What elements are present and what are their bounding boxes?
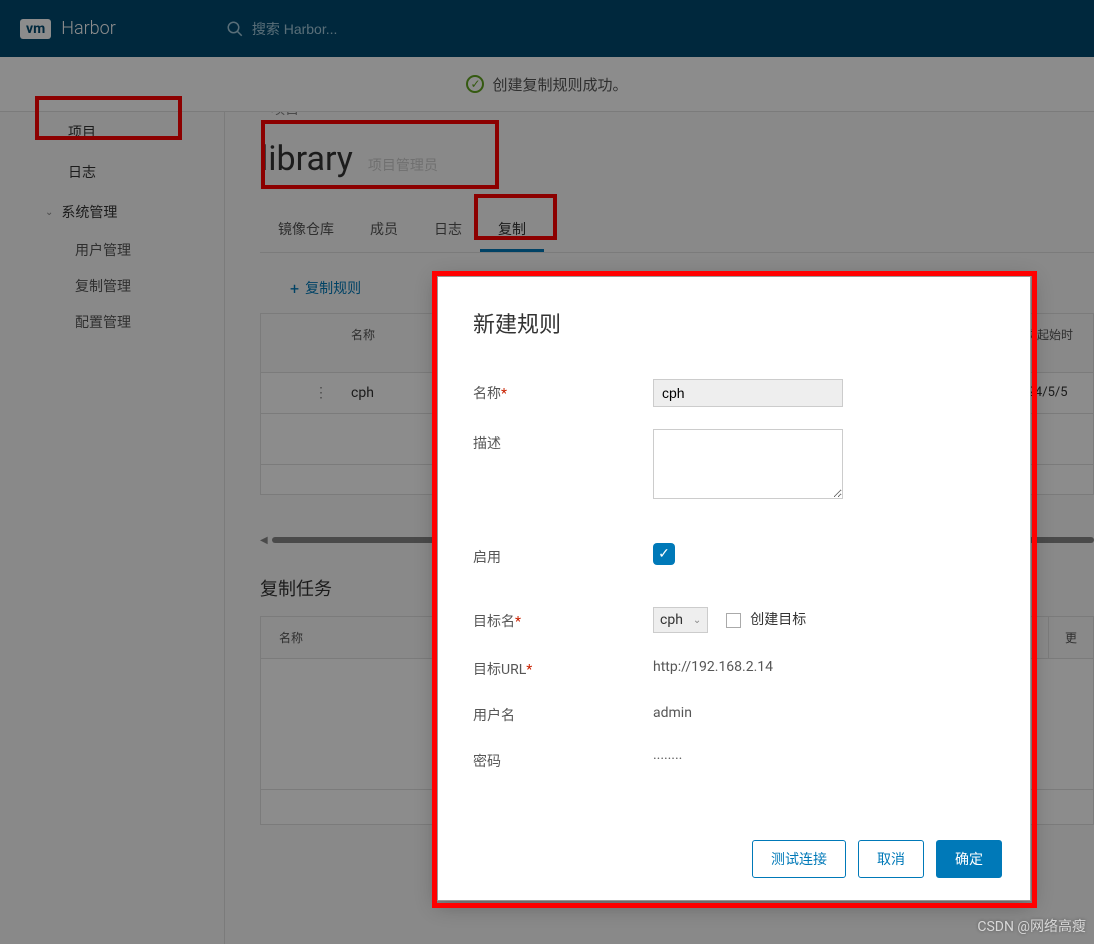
name-input[interactable] (653, 379, 843, 407)
form-row-name: 名称* (473, 379, 1000, 407)
target-select[interactable]: cph ⌄ (653, 607, 708, 633)
label-enable: 启用 (473, 543, 653, 567)
create-target-label: 创建目标 (750, 612, 806, 628)
form-row-url: 目标URL* http://192.168.2.14 (473, 655, 1000, 679)
form-row-desc: 描述 (473, 429, 1000, 503)
enable-checkbox[interactable]: ✓ (653, 543, 675, 565)
desc-textarea[interactable] (653, 429, 843, 499)
form-row-user: 用户名 admin (473, 701, 1000, 725)
modal-body: 新建规则 名称* 描述 启用 ✓ 目标名* cph ⌄ 创建目标 (438, 277, 1030, 822)
test-connection-button[interactable]: 测试连接 (752, 840, 846, 878)
cancel-button[interactable]: 取消 (858, 840, 924, 878)
target-selected-value: cph (660, 612, 683, 628)
watermark: CSDN @网络高瘦 (977, 916, 1086, 936)
form-row-target: 目标名* cph ⌄ 创建目标 (473, 607, 1000, 633)
form-row-enable: 启用 ✓ (473, 543, 1000, 567)
label-desc: 描述 (473, 429, 653, 453)
form-row-pwd: 密码 ········ (473, 747, 1000, 771)
modal-title: 新建规则 (473, 307, 1000, 339)
url-value: http://192.168.2.14 (653, 655, 773, 675)
label-url: 目标URL* (473, 655, 653, 679)
create-target-checkbox[interactable] (726, 613, 741, 628)
label-user: 用户名 (473, 701, 653, 725)
label-pwd: 密码 (473, 747, 653, 771)
new-rule-modal: 新建规则 名称* 描述 启用 ✓ 目标名* cph ⌄ 创建目标 (437, 276, 1031, 901)
user-value: admin (653, 701, 692, 721)
ok-button[interactable]: 确定 (936, 840, 1002, 878)
chevron-down-icon: ⌄ (693, 615, 701, 626)
label-target: 目标名* (473, 607, 653, 631)
pwd-value: ········ (653, 747, 682, 767)
label-name: 名称* (473, 379, 653, 403)
modal-footer: 测试连接 取消 确定 (438, 822, 1030, 900)
